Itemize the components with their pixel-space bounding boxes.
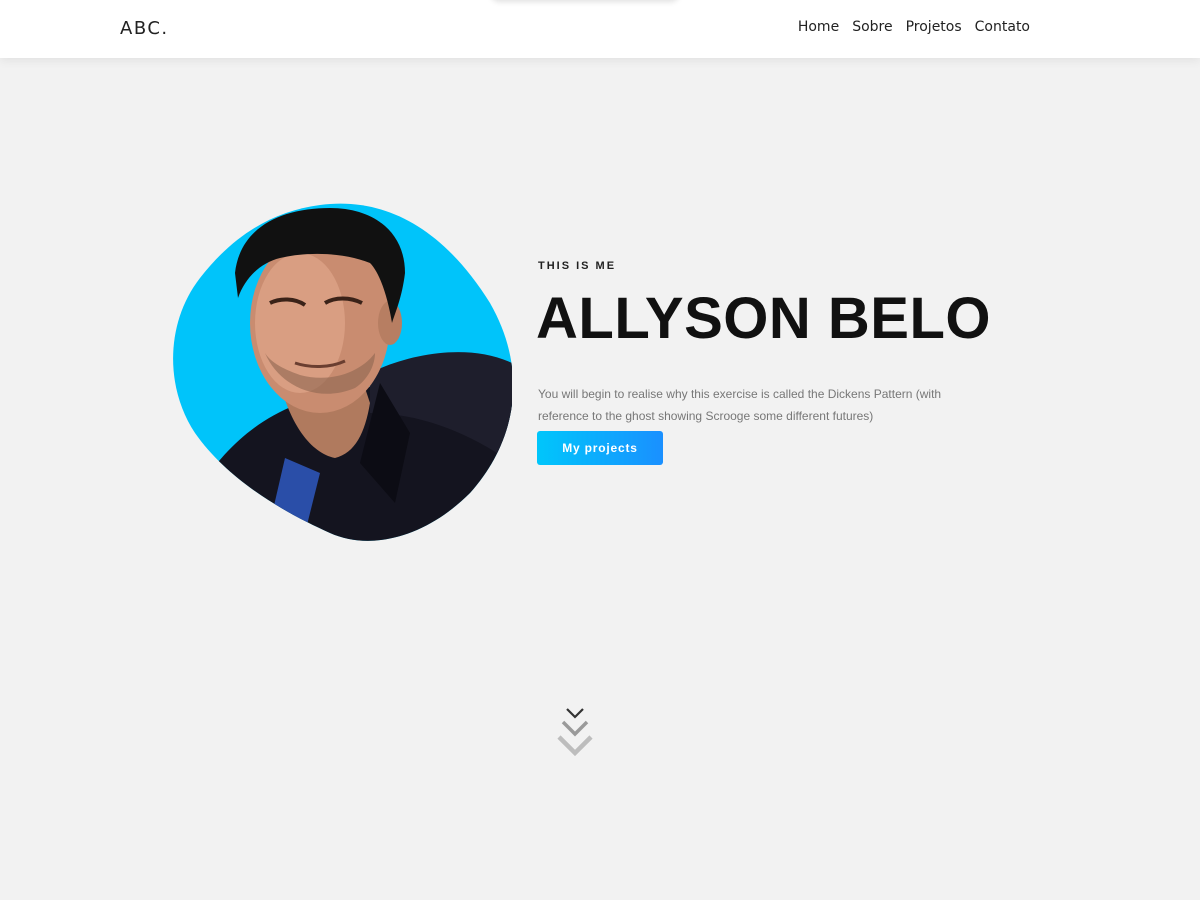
nav-link-home[interactable]: Home bbox=[798, 19, 839, 35]
main-nav: Home Sobre Projetos Contato bbox=[798, 19, 1030, 35]
hero-eyebrow: THIS IS ME bbox=[538, 260, 617, 272]
top-navbar: ABC. Home Sobre Projetos Contato bbox=[0, 0, 1200, 58]
brand-logo[interactable]: ABC. bbox=[120, 18, 169, 39]
nav-link-projetos[interactable]: Projetos bbox=[906, 19, 962, 35]
nav-link-contato[interactable]: Contato bbox=[975, 19, 1030, 35]
profile-photo bbox=[170, 203, 512, 541]
hero-name: ALLYSON BELO bbox=[536, 286, 992, 351]
hero-description: You will begin to realise why this exerc… bbox=[538, 387, 942, 423]
my-projects-button[interactable]: My projects bbox=[537, 431, 663, 465]
nav-link-sobre[interactable]: Sobre bbox=[852, 19, 892, 35]
triple-chevron-down-icon[interactable] bbox=[556, 706, 594, 758]
